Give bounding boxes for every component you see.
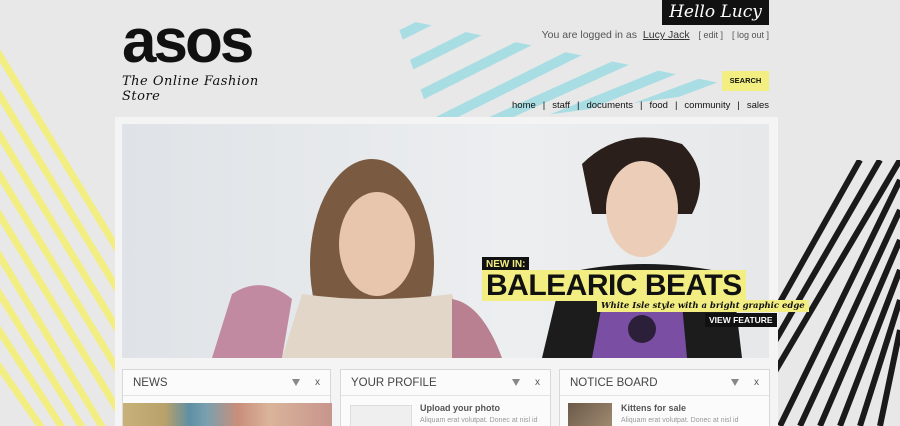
profile-widget-header: YOUR PROFILE x <box>341 370 550 396</box>
main-nav: home | staff | documents | food | commun… <box>512 100 769 111</box>
nav-separator: | <box>577 100 580 111</box>
nav-item-community[interactable]: community <box>684 100 730 111</box>
news-widget-header: NEWS x <box>123 370 330 396</box>
upload-photo-link[interactable]: Upload your photo <box>420 403 500 413</box>
notice-item-text: Aliquam erat volutpat. Donec at nisl id <box>621 417 739 424</box>
collapse-arrow-icon[interactable] <box>731 379 739 386</box>
close-button[interactable]: x <box>754 377 759 388</box>
notice-widget-header: NOTICE BOARD x <box>560 370 769 396</box>
search-button[interactable]: SEARCH <box>722 71 769 91</box>
close-button[interactable]: x <box>535 377 540 388</box>
nav-separator: | <box>674 100 678 111</box>
nav-item-food[interactable]: food <box>649 100 668 111</box>
nav-separator: | <box>542 100 546 111</box>
notice-thumbnail[interactable] <box>568 403 612 426</box>
logo-wordmark: asos <box>122 7 254 76</box>
news-widget: NEWS x <box>122 369 332 426</box>
nav-item-documents[interactable]: documents <box>586 100 632 111</box>
nav-separator: | <box>639 100 643 111</box>
nav-separator: | <box>737 100 740 111</box>
collapse-arrow-icon[interactable] <box>292 379 300 386</box>
profile-item-text: Aliquam erat volutpat. Donec at nisl id <box>420 417 538 424</box>
profile-widget: YOUR PROFILE x Upload your photo Aliquam… <box>340 369 551 426</box>
login-status: You are logged in as Lucy Jack [ edit ] … <box>542 29 769 41</box>
hero-banner[interactable] <box>122 124 769 358</box>
decorative-yellow-stripes <box>0 30 130 426</box>
profile-photo-placeholder[interactable] <box>350 405 412 426</box>
greeting-banner: Hello Lucy <box>662 0 769 25</box>
username-link[interactable]: Lucy Jack <box>643 29 690 41</box>
close-button[interactable]: x <box>315 377 320 388</box>
profile-widget-title: YOUR PROFILE <box>351 377 437 389</box>
promo-title: BALEARIC BEATS <box>482 270 746 301</box>
collapse-arrow-icon[interactable] <box>512 379 520 386</box>
login-prefix: You are logged in as <box>541 29 637 41</box>
notice-item-title[interactable]: Kittens for sale <box>621 403 686 413</box>
asos-logo[interactable]: asos The Online Fashion Store <box>122 7 297 105</box>
promo-subtitle: White Isle style with a bright graphic e… <box>597 300 809 312</box>
logo-tagline: The Online Fashion Store <box>122 74 259 104</box>
news-widget-title: NEWS <box>133 377 168 389</box>
hero-photo <box>212 137 742 358</box>
logout-link[interactable]: [ log out ] <box>732 30 769 40</box>
notice-board-widget: NOTICE BOARD x Kittens for sale Aliquam … <box>559 369 770 426</box>
view-feature-button[interactable]: VIEW FEATURE <box>705 313 777 327</box>
decorative-black-stripes <box>770 160 900 426</box>
nav-item-home[interactable]: home <box>512 100 536 111</box>
edit-link[interactable]: [ edit ] <box>699 30 724 40</box>
news-image[interactable] <box>123 403 332 426</box>
nav-item-sales[interactable]: sales <box>747 100 769 111</box>
notice-widget-title: NOTICE BOARD <box>570 377 658 389</box>
nav-item-staff[interactable]: staff <box>552 100 570 111</box>
